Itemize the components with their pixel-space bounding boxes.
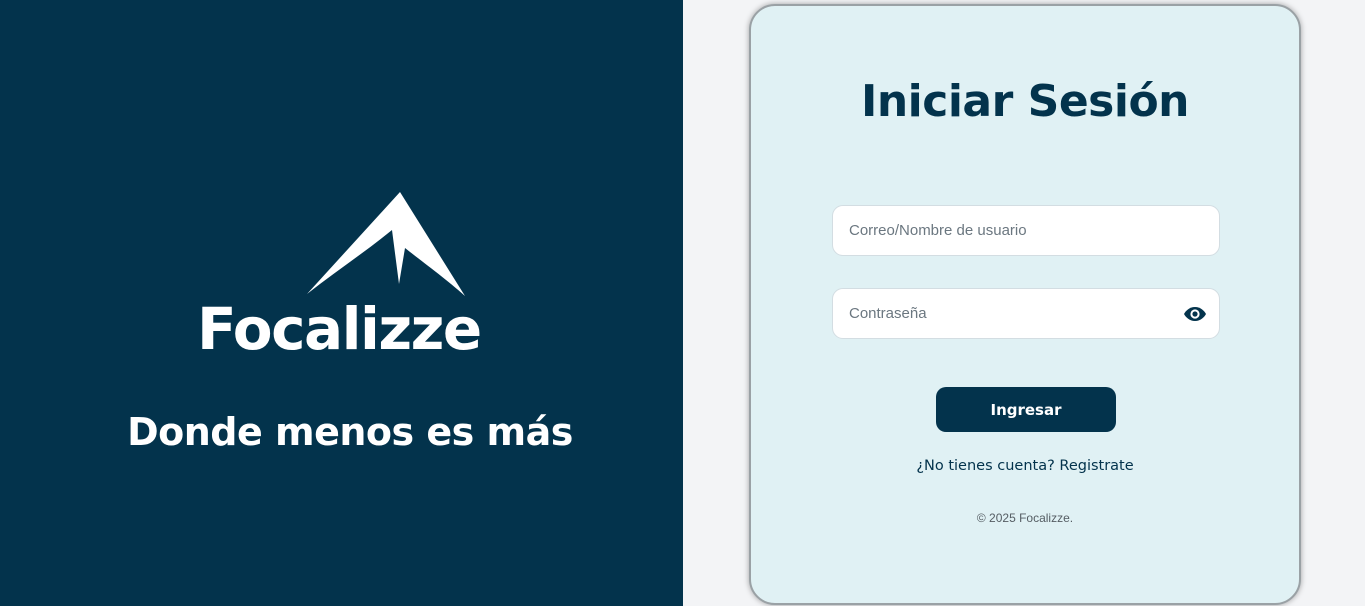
register-link[interactable]: ¿No tienes cuenta? Registrate: [751, 458, 1299, 474]
eye-icon[interactable]: [1183, 304, 1207, 324]
password-input[interactable]: [833, 289, 1219, 338]
password-field-wrapper: [832, 288, 1220, 339]
login-button[interactable]: Ingresar: [936, 387, 1116, 432]
copyright-text: © 2025 Focalizze.: [976, 511, 1074, 525]
page-title: Iniciar Sesión: [860, 76, 1190, 127]
mountain-icon: [307, 192, 465, 296]
brand-tagline: Donde menos es más: [127, 410, 573, 454]
brand-panel: Focalizze Donde menos es más: [0, 0, 683, 606]
brand-logo-text: Focalizze: [197, 295, 482, 363]
email-input[interactable]: [833, 206, 1219, 255]
login-card: Iniciar Sesión Ingresar ¿No tienes cuent…: [749, 4, 1301, 605]
email-field-wrapper: [832, 205, 1220, 256]
